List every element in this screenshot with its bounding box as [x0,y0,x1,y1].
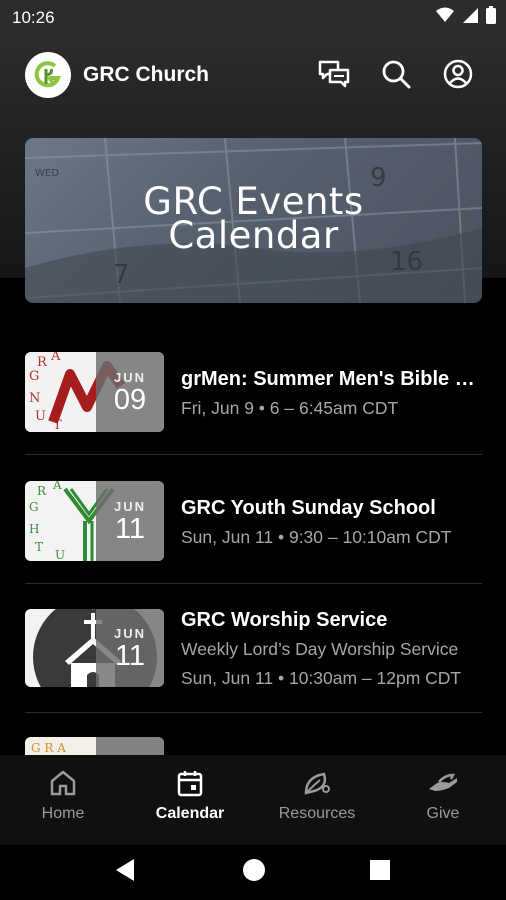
event-title: grMen: Summer Men's Bible Study [181,368,485,390]
event-thumbnail-partial[interactable]: G R A [25,737,164,755]
event-date-badge: JUN 11 [96,609,164,687]
home-circle-icon[interactable] [242,857,266,883]
banner-title-line2: Calendar [168,214,339,257]
event-month: JUN [113,625,146,641]
nav-give[interactable]: Give [380,767,506,823]
event-title: GRC Worship Service [181,609,388,631]
grc-logo-icon [29,56,67,94]
list-divider [25,583,482,584]
events-calendar-banner: 9 7 16 WED GRC Events Calendar [25,138,482,303]
app-bar: GRC Church [0,34,506,114]
event-day: 09 [113,383,147,416]
event-description: Weekly Lord’s Day Worship Service [181,639,459,659]
svg-text:7: 7 [113,260,130,290]
svg-text:U: U [35,409,46,424]
event-month: JUN [113,369,146,385]
svg-text:G R A: G R A [31,741,66,755]
nav-resources-label: Resources [278,805,356,822]
event-thumbnail: GRA HTU JUN 11 [25,481,164,561]
event-thumbnail: JUN 11 [25,609,164,687]
event-item[interactable]: GRA NUT JUN 09 grMen: Summer Men's Bible… [25,352,485,480]
back-icon[interactable] [114,857,136,883]
event-day: 11 [114,639,146,672]
svg-text:N: N [29,391,40,406]
status-time: 10:26 [12,8,55,27]
event-date-badge: JUN 09 [96,352,164,432]
status-bar: 10:26 [0,0,506,34]
give-hand-icon [429,773,457,791]
event-datetime: Sun, Jun 11 • 9:30 – 10:10am CDT [181,527,452,547]
wifi-icon [436,7,454,22]
event-title: GRC Youth Sunday School [181,497,436,519]
svg-text:A: A [52,481,62,492]
banner-title: GRC Events Calendar [25,183,482,257]
messages-button[interactable] [316,56,352,92]
svg-text:R: R [37,484,47,498]
nav-resources[interactable]: Resources [254,767,380,823]
nav-give-label: Give [426,805,460,822]
app-title: GRC Church [83,63,209,86]
search-icon [382,60,411,89]
nav-calendar-label: Calendar [155,805,225,822]
svg-text:R: R [37,355,48,370]
recents-icon[interactable] [369,857,391,883]
nav-calendar[interactable]: Calendar [127,767,253,823]
system-navigation-bar [0,845,506,900]
svg-text:U: U [55,548,65,561]
svg-text:G: G [29,369,39,384]
svg-text:T: T [35,540,43,554]
svg-text:G: G [29,500,39,514]
event-day: 11 [114,512,146,545]
event-date-badge: JUN 11 [96,481,164,561]
event-datetime: Fri, Jun 9 • 6 – 6:45am CDT [181,398,399,418]
nav-home-label: Home [41,805,85,822]
event-item[interactable]: JUN 11 GRC Worship Service Weekly Lord’s… [25,607,482,735]
event-thumbnail: GRA NUT JUN 09 [25,352,164,432]
account-icon [443,59,473,89]
svg-text:H: H [29,522,39,536]
home-icon [50,770,76,796]
svg-text:A: A [50,352,61,364]
calendar-icon [177,771,203,797]
signal-icon [463,8,478,23]
messages-icon [318,60,350,88]
account-button[interactable] [440,56,476,92]
search-button[interactable] [378,56,414,92]
church-logo[interactable] [25,52,71,98]
bottom-navigation: Home Calendar Resources Give [0,755,506,845]
list-divider [25,712,482,713]
leaf-icon [304,772,330,795]
event-month: JUN [113,498,146,514]
event-item[interactable]: GRA HTU JUN 11 GRC Youth Sunday School S… [25,481,482,609]
event-datetime: Sun, Jun 11 • 10:30am – 12pm CDT [181,668,462,688]
nav-home[interactable]: Home [0,767,126,823]
battery-icon [486,6,496,24]
event-artwork-image: G R A [25,737,164,755]
list-divider [25,454,482,455]
svg-text:WED: WED [35,168,59,179]
